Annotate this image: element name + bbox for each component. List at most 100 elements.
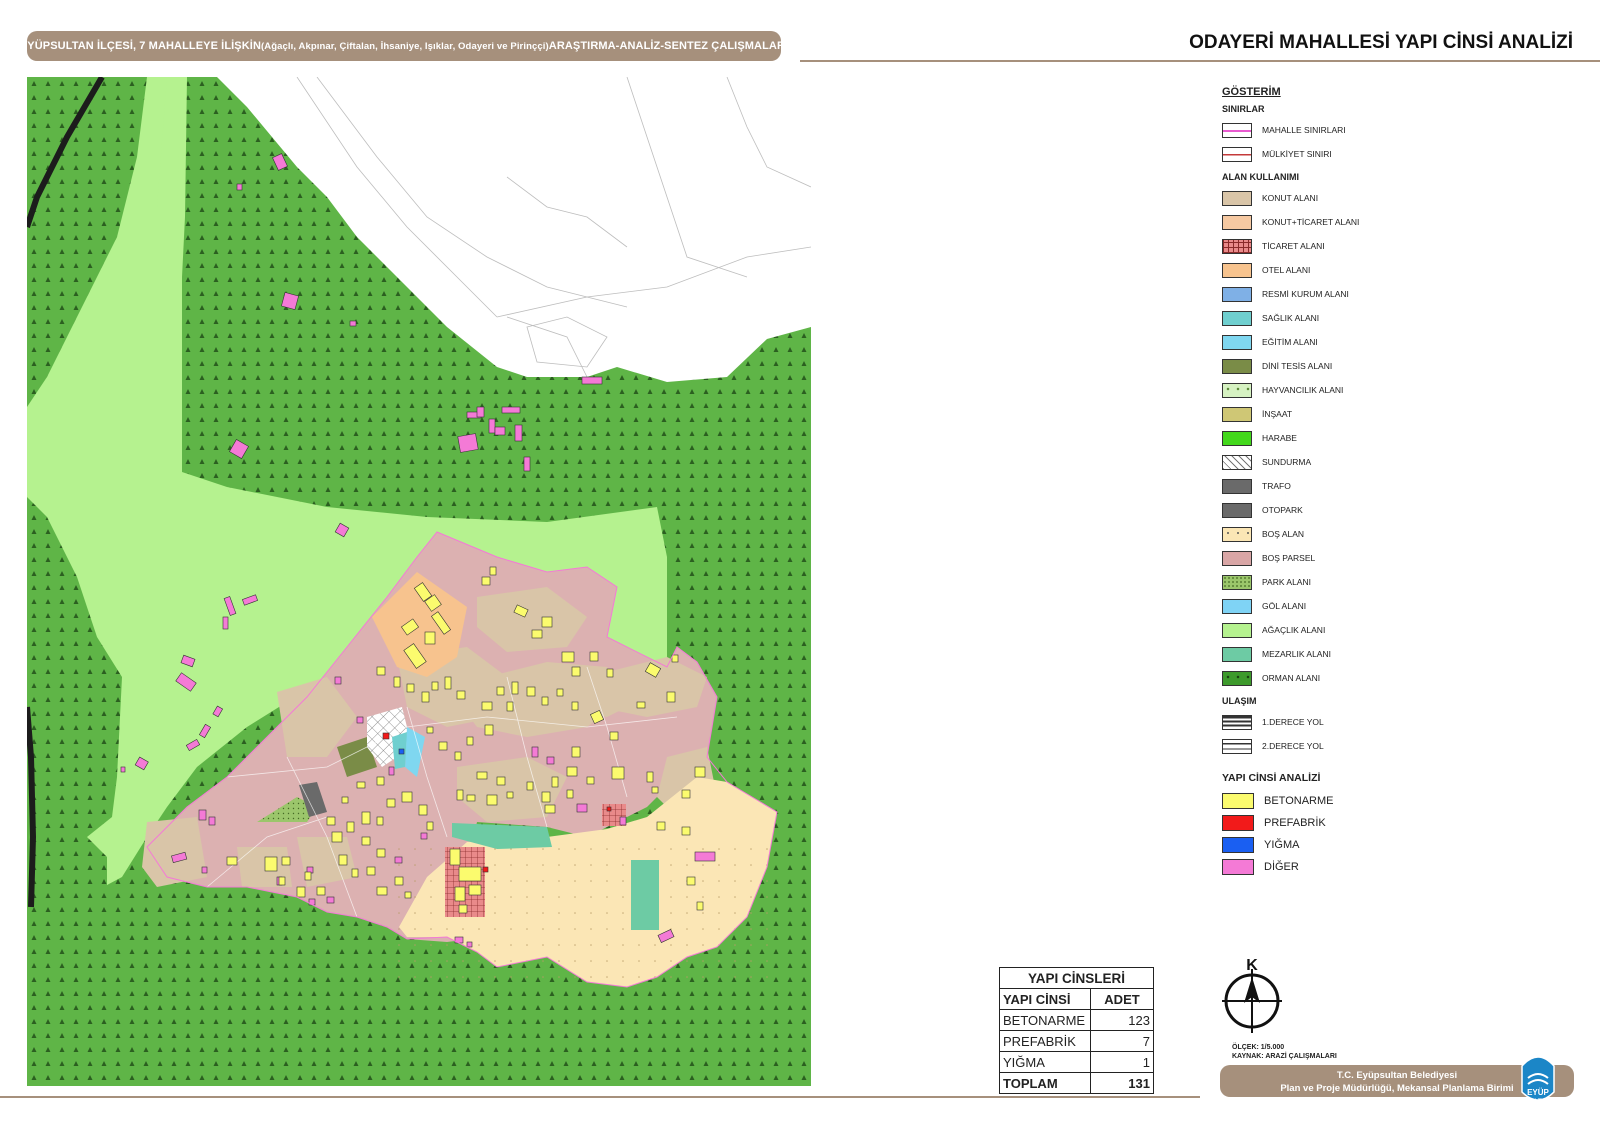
legend-item: AĞAÇLIK ALANI (1222, 618, 1462, 642)
logo-emblem-icon: EYÜP SULTAN (1521, 1056, 1555, 1105)
municipality-logo: EYÜP SULTAN (1518, 1048, 1558, 1110)
legend-item: 1.DERECE YOL (1222, 710, 1462, 734)
legend-item: OTEL ALANI (1222, 258, 1462, 282)
legend-swatch (1222, 310, 1252, 326)
legend-item-label: SUNDURMA (1262, 457, 1312, 467)
legend-item: GÖL ALANI (1222, 594, 1462, 618)
legend-item: BOŞ ALAN (1222, 522, 1462, 546)
legend-item: EĞİTİM ALANI (1222, 330, 1462, 354)
cemetery-area-east (631, 860, 659, 930)
legend-swatch (1222, 238, 1252, 254)
legend-section-title: ALAN KULLANIMI (1222, 172, 1299, 182)
legend-item-label: 2.DERECE YOL (1262, 741, 1324, 751)
legend-swatch (1222, 382, 1252, 398)
project-title-band: EYÜPSULTAN İLÇESİ, 7 MAHALLEYE İLİŞKİN (… (20, 31, 788, 61)
legend-item: PARK ALANI (1222, 570, 1462, 594)
legend-item: MAHALLE SINIRLARI (1222, 118, 1462, 142)
north-arrow-icon: K (1222, 957, 1282, 1033)
legend-yapi-item: YIĞMA (1222, 834, 1462, 856)
legend-yapi-swatch (1222, 815, 1254, 831)
table-cell-name: PREFABRİK (999, 1030, 1091, 1052)
legend-swatch (1222, 146, 1252, 162)
source-note: KAYNAK: ARAZİ ÇALIŞMALARI (1232, 1053, 1337, 1060)
map-notes: ÖLÇEK: 1/5.000 KAYNAK: ARAZİ ÇALIŞMALARI (1232, 1043, 1337, 1061)
map-legend: GÖSTERİM SINIRLAR MAHALLE SINIRLARI MÜLKİY… (1222, 86, 1462, 878)
legend-swatch (1222, 454, 1252, 470)
legend-yapi-swatch (1222, 793, 1254, 809)
legend-sections: SINIRLAR MAHALLE SINIRLARI MÜLKİYET SINIRI… (1222, 104, 1462, 758)
legend-item: ORMAN ALANI (1222, 666, 1462, 690)
north-letter: K (1246, 957, 1258, 974)
legend-yapi-item: DİĞER (1222, 856, 1462, 878)
legend-swatch (1222, 550, 1252, 566)
legend-yapi-title: YAPI CİNSİ ANALİZİ (1222, 772, 1321, 784)
table-header-type: YAPI CİNSİ (999, 988, 1091, 1010)
legend-item-label: 1.DERECE YOL (1262, 717, 1324, 727)
project-title-main: EYÜPSULTAN İLÇESİ, 7 MAHALLEYE İLİŞKİN (19, 40, 261, 52)
legend-item-label: AĞAÇLIK ALANI (1262, 625, 1326, 635)
table-caption: YAPI CİNSLERİ (999, 967, 1154, 989)
table-cell-count: 1 (1090, 1051, 1154, 1073)
table-row: YIĞMA 1 (999, 1051, 1154, 1073)
legend-yapi-label: BETONARME (1264, 795, 1334, 807)
table-row: PREFABRİK 7 (999, 1030, 1154, 1052)
legend-item-label: MÜLKİYET SINIRI (1262, 149, 1332, 159)
legend-item-label: SAĞLIK ALANI (1262, 313, 1320, 323)
map-view[interactable] (27, 77, 811, 1086)
legend-item: OTOPARK (1222, 498, 1462, 522)
legend-item-label: BOŞ PARSEL (1262, 553, 1316, 563)
legend-swatch (1222, 122, 1252, 138)
page-title: ODAYERİ MAHALLESİ YAPI CİNSİ ANALİZİ (1189, 32, 1573, 53)
legend-section-title: SINIRLAR (1222, 104, 1265, 114)
legend-swatch (1222, 598, 1252, 614)
legend-swatch (1222, 622, 1252, 638)
legend-yapi-items: BETONARME PREFABRİK YIĞMA DİĞER (1222, 790, 1462, 878)
table-total-label: TOPLAM (999, 1072, 1091, 1094)
legend-item-label: TİCARET ALANI (1262, 241, 1325, 251)
legend-item: SAĞLIK ALANI (1222, 306, 1462, 330)
legend-item-label: İNŞAAT (1262, 409, 1293, 419)
legend-item: BOŞ PARSEL (1222, 546, 1462, 570)
legend-item: DİNİ TESİS ALANI (1222, 354, 1462, 378)
legend-item: KONUT ALANI (1222, 186, 1462, 210)
legend-item-label: OTEL ALANI (1262, 265, 1311, 275)
legend-item: HAYVANCILIK ALANI (1222, 378, 1462, 402)
legend-item-label: DİNİ TESİS ALANI (1262, 361, 1333, 371)
legend-swatch (1222, 574, 1252, 590)
logo-text-2: SULTAN (1525, 1098, 1551, 1105)
table-total-count: 131 (1090, 1072, 1154, 1094)
project-title-neighbourhoods: (Ağaçlı, Akpınar, Çiftalan, İhsaniye, Iş… (261, 40, 549, 52)
legend-swatch (1222, 738, 1252, 754)
legend-item: SUNDURMA (1222, 450, 1462, 474)
legend-item-label: BOŞ ALAN (1262, 529, 1305, 539)
legend-title: GÖSTERİM (1222, 86, 1281, 98)
legend-swatch (1222, 214, 1252, 230)
table-cell-name: YIĞMA (999, 1051, 1091, 1073)
legend-item-label: KONUT+TİCARET ALANI (1262, 217, 1360, 227)
legend-item: KONUT+TİCARET ALANI (1222, 210, 1462, 234)
map-canvas (27, 77, 811, 1086)
table-cell-name: BETONARME (999, 1009, 1091, 1031)
project-title-tail: ARAŞTIRMA-ANALİZ-SENTEZ ÇALIŞMALARI (548, 40, 789, 52)
legend-item-label: PARK ALANI (1262, 577, 1311, 587)
legend-item: MEZARLIK ALANI (1222, 642, 1462, 666)
legend-swatch (1222, 478, 1252, 494)
table-cell-count: 123 (1090, 1009, 1154, 1031)
legend-swatch (1222, 670, 1252, 686)
header-rule (800, 60, 1600, 62)
legend-item-label: GÖL ALANI (1262, 601, 1307, 611)
building-type-table: YAPI CİNSLERİ YAPI CİNSİ ADET BETONARME … (999, 967, 1154, 1094)
legend-item: HARABE (1222, 426, 1462, 450)
legend-swatch (1222, 286, 1252, 302)
legend-item-label: HAYVANCILIK ALANI (1262, 385, 1344, 395)
logo-text-1: EYÜP (1527, 1088, 1549, 1097)
legend-item: 2.DERECE YOL (1222, 734, 1462, 758)
legend-yapi-item: BETONARME (1222, 790, 1462, 812)
legend-item-label: HARABE (1262, 433, 1297, 443)
legend-item-label: OTOPARK (1262, 505, 1303, 515)
legend-yapi-label: DİĞER (1264, 861, 1299, 873)
table-header-count: ADET (1090, 988, 1154, 1010)
legend-swatch (1222, 526, 1252, 542)
legend-yapi-swatch (1222, 837, 1254, 853)
legend-swatch (1222, 262, 1252, 278)
